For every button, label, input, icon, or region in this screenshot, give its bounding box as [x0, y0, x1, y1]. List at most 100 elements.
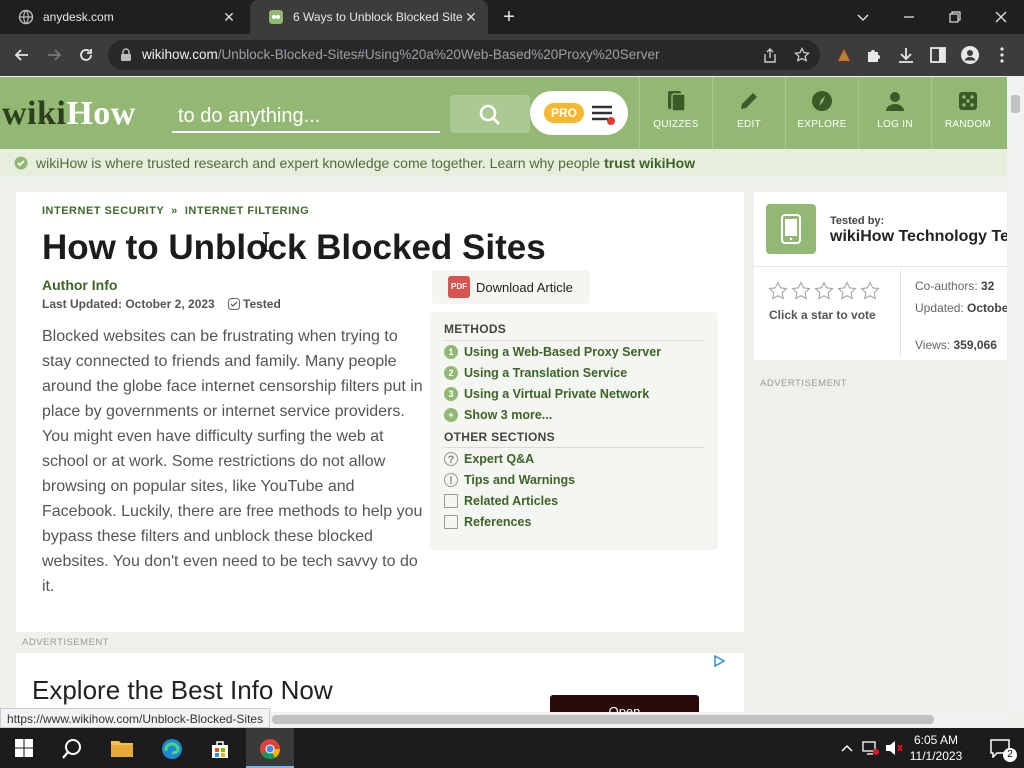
browser-toolbar: wikihow.com/Unblock-Blocked-Sites#Using%… [0, 34, 1024, 76]
section-label: Tips and Warnings [464, 473, 576, 487]
globe-icon [18, 9, 34, 25]
nav-random[interactable]: RANDOM [931, 77, 1004, 149]
network-icon[interactable] [862, 740, 880, 756]
site-header: wikiHow to do anything... PRO QUIZZES ED… [0, 77, 1007, 149]
article-info-sidebar: Tested by: wikiHow Technology Team Click… [754, 192, 1024, 360]
close-tab-icon[interactable]: ✕ [221, 9, 237, 25]
advertisement-banner[interactable]: Explore the Best Info Now Open [16, 652, 744, 719]
windows-logo-icon [15, 739, 33, 757]
tab-title: anydesk.com [43, 10, 114, 24]
close-tab-icon[interactable]: ✕ [463, 9, 479, 25]
show-more-link[interactable]: + Show 3 more... [444, 408, 552, 422]
bookmark-star-icon[interactable] [794, 47, 810, 63]
show-hidden-icons-chevron-icon[interactable] [840, 742, 854, 754]
taskbar-search-button[interactable] [48, 728, 96, 768]
method-number: 3 [444, 387, 458, 401]
restore-icon[interactable] [944, 6, 966, 28]
scrollbar-thumb[interactable] [1011, 95, 1020, 113]
taskbar-file-explorer[interactable] [98, 728, 146, 768]
action-center-button[interactable]: 2 [976, 728, 1024, 768]
star-icon[interactable] [837, 281, 857, 301]
system-clock[interactable]: 6:05 AM 11/1/2023 [904, 732, 968, 764]
pro-badge: PRO [544, 103, 584, 123]
adchoices-play-icon[interactable] [713, 655, 725, 667]
trust-link[interactable]: trust wikiHow [604, 155, 695, 171]
url-text: wikihow.com/Unblock-Blocked-Sites#Using%… [142, 47, 660, 62]
star-icon[interactable] [860, 281, 880, 301]
logo-wiki: wiki [2, 95, 67, 132]
section-link-related[interactable]: Related Articles [444, 494, 558, 508]
extensions-puzzle-icon[interactable] [864, 45, 884, 65]
reload-icon[interactable] [76, 45, 96, 65]
side-panel-icon[interactable] [928, 45, 948, 65]
bookmark-icon [444, 515, 458, 529]
search-button[interactable] [450, 95, 530, 133]
extension-fox-icon[interactable] [834, 45, 854, 65]
tab-title: 6 Ways to Unblock Blocked Sites [293, 10, 463, 24]
scrollbar-thumb[interactable] [272, 715, 934, 724]
start-button[interactable] [0, 728, 48, 768]
url-path: /Unblock-Blocked-Sites#Using%20a%20Web-B… [217, 47, 660, 62]
breadcrumb-internet-filtering[interactable]: INTERNET FILTERING [185, 205, 309, 217]
menu-kebab-icon[interactable] [992, 45, 1012, 65]
section-link-expert-qa[interactable]: ? Expert Q&A [444, 452, 534, 466]
search-input[interactable]: to do anything... [172, 99, 440, 133]
close-window-icon[interactable] [990, 6, 1012, 28]
download-icon[interactable] [896, 45, 916, 65]
other-sections-heading: OTHER SECTIONS [444, 430, 555, 444]
author-info-link[interactable]: Author Info [42, 277, 117, 293]
check-circle-icon [14, 156, 28, 170]
windows-taskbar: 6:05 AM 11/1/2023 2 [0, 728, 1024, 768]
taskbar-store[interactable] [196, 728, 244, 768]
nav-quizzes[interactable]: QUIZZES [639, 77, 712, 149]
nav-label: LOG IN [877, 119, 913, 130]
method-link-1[interactable]: 1 Using a Web-Based Proxy Server [444, 345, 661, 359]
star-icon[interactable] [768, 281, 788, 301]
volume-muted-icon[interactable] [884, 740, 904, 756]
address-bar[interactable]: wikihow.com/Unblock-Blocked-Sites#Using%… [108, 40, 820, 70]
vote-prompt: Click a star to vote [769, 308, 876, 322]
divider [900, 268, 901, 358]
tested-badge[interactable]: Tested [228, 297, 281, 311]
warning-icon: ! [444, 473, 458, 487]
tested-by-name[interactable]: wikiHow Technology Team [830, 228, 1024, 246]
tab-search-chevron-icon[interactable] [852, 6, 874, 28]
taskbar-chrome[interactable] [246, 728, 294, 768]
back-arrow-icon[interactable] [12, 45, 32, 65]
wikihow-logo[interactable]: wikiHow [2, 95, 136, 133]
pencil-icon [741, 93, 757, 109]
tab-wikihow[interactable]: 6 Ways to Unblock Blocked Sites ✕ [250, 0, 488, 34]
breadcrumb-internet-security[interactable]: INTERNET SECURITY [42, 205, 164, 217]
updated-label: Updated: [915, 301, 964, 315]
lock-icon[interactable] [120, 48, 132, 62]
last-updated: Last Updated: October 2, 2023 [42, 297, 215, 311]
minimize-icon[interactable] [898, 6, 920, 28]
star-icon[interactable] [814, 281, 834, 301]
star-icon[interactable] [791, 281, 811, 301]
compass-icon [812, 91, 832, 111]
profile-avatar-icon[interactable] [960, 45, 980, 65]
section-link-tips[interactable]: ! Tips and Warnings [444, 473, 575, 487]
share-icon[interactable] [762, 48, 778, 64]
views-value: 359,066 [953, 338, 997, 352]
star-rating[interactable] [768, 281, 880, 301]
pro-menu-button[interactable]: PRO [530, 91, 628, 135]
nav-explore[interactable]: EXPLORE [785, 77, 858, 149]
section-link-references[interactable]: References [444, 515, 531, 529]
document-icon [444, 494, 458, 508]
tab-anydesk[interactable]: anydesk.com ✕ [0, 0, 246, 34]
forward-arrow-icon[interactable] [44, 45, 64, 65]
taskbar-edge[interactable] [148, 728, 196, 768]
nav-edit[interactable]: EDIT [712, 77, 785, 149]
method-link-2[interactable]: 2 Using a Translation Service [444, 366, 627, 380]
method-link-3[interactable]: 3 Using a Virtual Private Network [444, 387, 649, 401]
divider [754, 266, 1007, 267]
link-status-bubble: https://www.wikihow.com/Unblock-Blocked-… [0, 708, 271, 728]
download-article-button[interactable]: PDF Download Article [432, 270, 590, 304]
nav-login[interactable]: LOG IN [858, 77, 931, 149]
folder-icon [111, 741, 133, 757]
show-more-label: Show 3 more... [464, 408, 553, 422]
vertical-scrollbar[interactable] [1007, 77, 1024, 712]
new-tab-plus-icon[interactable]: + [499, 7, 519, 27]
article-card: INTERNET SECURITY » INTERNET FILTERING H… [16, 192, 744, 632]
